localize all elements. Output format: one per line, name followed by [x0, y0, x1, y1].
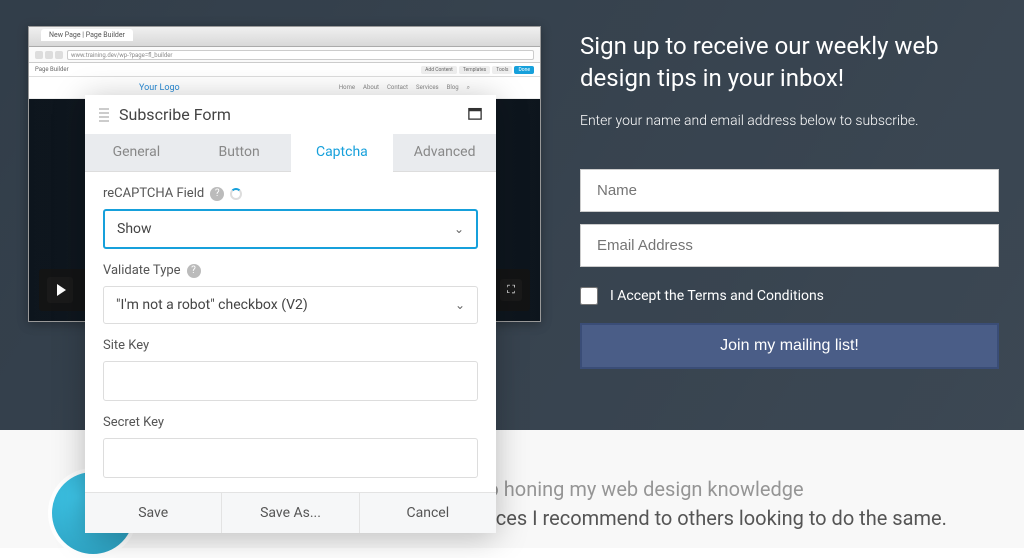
validate-label: Validate Type: [103, 263, 181, 278]
help-icon[interactable]: ?: [210, 187, 224, 201]
drag-handle-icon[interactable]: [99, 108, 109, 122]
toolbar-add: Add Content: [421, 66, 457, 74]
secretkey-input[interactable]: [103, 438, 478, 478]
validate-type-group: Validate Type ? "I'm not a robot" checkb…: [103, 263, 478, 324]
tab-captcha[interactable]: Captcha: [291, 134, 394, 172]
sitekey-label: Site Key: [103, 338, 149, 353]
modal-header: Subscribe Form: [85, 95, 496, 134]
play-icon: [47, 277, 73, 303]
email-input[interactable]: [580, 224, 999, 267]
save-button[interactable]: Save: [85, 493, 222, 533]
pagebuilder-label: Page Builder: [35, 66, 69, 73]
terms-checkbox[interactable]: [580, 287, 598, 305]
terms-label: I Accept the Terms and Conditions: [610, 288, 824, 304]
recaptcha-select[interactable]: Show ⌄: [103, 209, 478, 249]
site-logo: Your Logo: [139, 83, 180, 93]
modal-footer: Save Save As... Cancel: [85, 492, 496, 533]
pagebuilder-toolbar: Page Builder Add Content Templates Tools…: [29, 63, 540, 77]
browser-tab: New Page | Page Builder: [41, 29, 133, 41]
loading-spinner-icon: [230, 188, 242, 200]
tab-general[interactable]: General: [85, 134, 188, 171]
hero-section: Sign up to receive our weekly web design…: [580, 30, 999, 369]
recaptcha-field-group: reCAPTCHA Field ? Show ⌄: [103, 186, 478, 249]
sitekey-group: Site Key: [103, 338, 478, 401]
search-icon: ⌕: [467, 84, 470, 92]
hero-title: Sign up to receive our weekly web design…: [580, 30, 999, 95]
chevron-down-icon: ⌄: [454, 222, 464, 236]
modal-body[interactable]: reCAPTCHA Field ? Show ⌄ Validate Type ?…: [85, 172, 496, 492]
join-button[interactable]: Join my mailing list!: [580, 323, 999, 369]
toolbar-templates: Templates: [459, 66, 490, 74]
name-input[interactable]: [580, 169, 999, 212]
modal-tabs: General Button Captcha Advanced: [85, 134, 496, 172]
toolbar-done: Done: [514, 66, 534, 74]
help-icon[interactable]: ?: [187, 264, 201, 278]
save-as-button[interactable]: Save As...: [222, 493, 359, 533]
hero-subtitle: Enter your name and email address below …: [580, 113, 999, 129]
tab-advanced[interactable]: Advanced: [393, 134, 496, 171]
browser-urlbar: www.training.dev/wp-?page=fl_builder: [29, 47, 540, 63]
tab-button[interactable]: Button: [188, 134, 291, 171]
sitekey-input[interactable]: [103, 361, 478, 401]
toolbar-tools: Tools: [492, 66, 512, 74]
subscribe-form-modal: Subscribe Form General Button Captcha Ad…: [85, 95, 496, 533]
validate-select[interactable]: "I'm not a robot" checkbox (V2) ⌄: [103, 286, 478, 324]
recaptcha-label: reCAPTCHA Field: [103, 186, 204, 201]
chevron-down-icon: ⌄: [455, 298, 465, 312]
site-nav: HomeAboutContactServicesBlog ⌕: [339, 84, 470, 92]
secretkey-label: Secret Key: [103, 415, 164, 430]
cancel-button[interactable]: Cancel: [360, 493, 496, 533]
terms-row: I Accept the Terms and Conditions: [580, 287, 999, 305]
browser-titlebar: New Page | Page Builder: [29, 27, 540, 47]
url-field: www.training.dev/wp-?page=fl_builder: [67, 50, 534, 60]
popout-icon[interactable]: [468, 105, 482, 124]
fullscreen-icon: ⛶: [500, 279, 522, 301]
secretkey-group: Secret Key: [103, 415, 478, 478]
nav-buttons: [35, 51, 63, 59]
modal-title: Subscribe Form: [119, 105, 468, 124]
